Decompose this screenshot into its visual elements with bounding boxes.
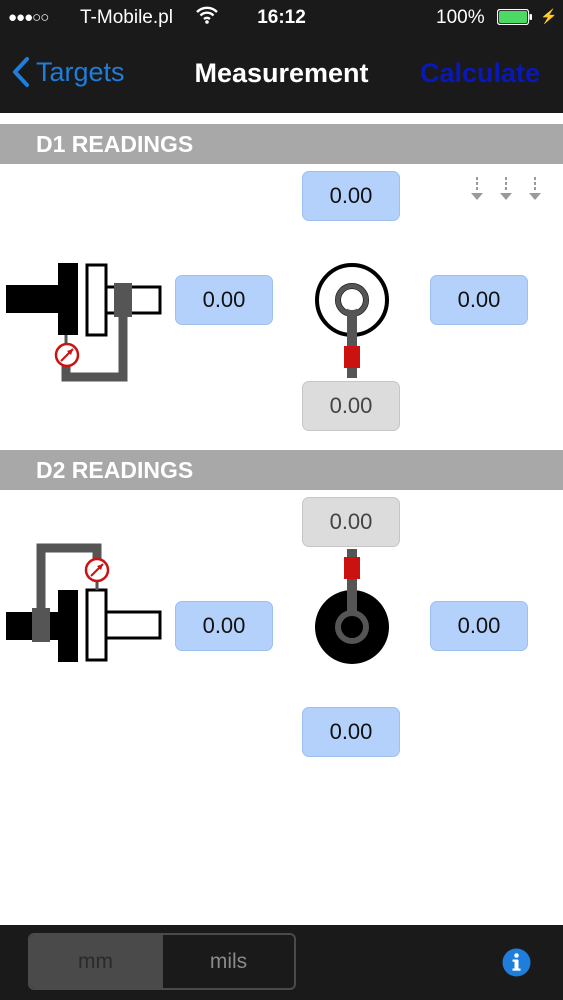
- d1-bottom-reading[interactable]: 0.00: [302, 381, 400, 431]
- unit-mm-button[interactable]: mm: [30, 935, 161, 988]
- d2-section-header: D2 READINGS: [0, 450, 563, 490]
- unit-selector[interactable]: mm mils: [28, 933, 296, 990]
- battery-percent: 100%: [436, 7, 485, 28]
- d1-left-reading[interactable]: 0.00: [175, 275, 273, 325]
- d2-left-reading[interactable]: 0.00: [175, 601, 273, 651]
- d1-right-reading[interactable]: 0.00: [430, 275, 528, 325]
- d1-top-reading[interactable]: 0.00: [302, 171, 400, 221]
- d1-section-header: D1 READINGS: [0, 124, 563, 164]
- dial-indicator-icon: [54, 342, 80, 368]
- d2-right-reading[interactable]: 0.00: [430, 601, 528, 651]
- d1-rotation-wheel: [315, 263, 389, 378]
- down-arrows-icon[interactable]: [468, 175, 548, 205]
- battery-icon: [497, 9, 532, 25]
- unit-mils-button[interactable]: mils: [161, 935, 294, 988]
- charging-bolt-icon: ⚡: [540, 8, 558, 24]
- d2-bottom-reading[interactable]: 0.00: [302, 707, 400, 757]
- dial-indicator-icon: [84, 557, 110, 583]
- calculate-button[interactable]: Calculate: [420, 58, 540, 89]
- d1-shaft-diagram: [6, 263, 162, 382]
- info-icon[interactable]: [502, 948, 531, 977]
- d2-top-reading[interactable]: 0.00: [302, 497, 400, 547]
- d2-rotation-wheel: [315, 549, 389, 664]
